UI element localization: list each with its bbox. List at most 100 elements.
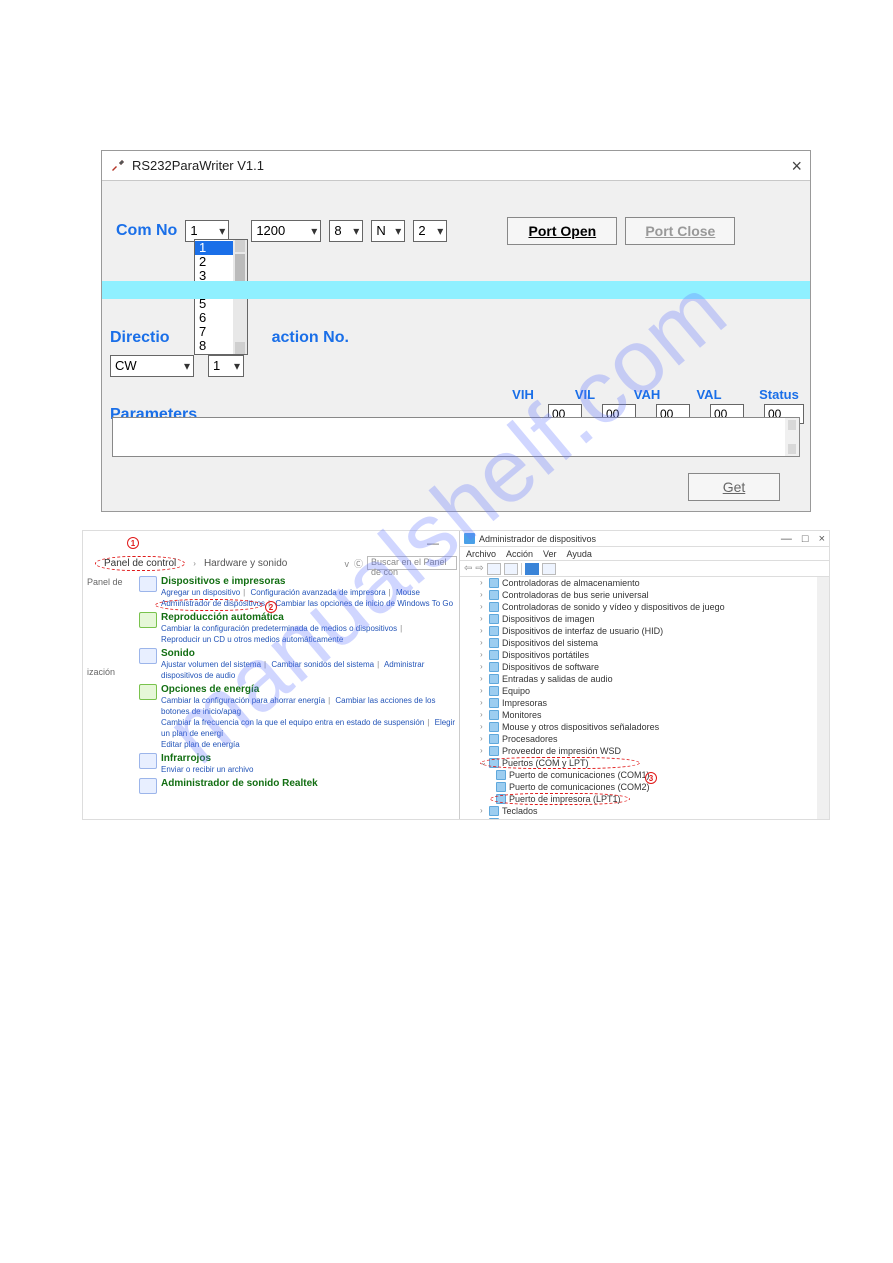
tree-node[interactable]: ›Dispositivos de software <box>460 661 829 673</box>
close-icon[interactable]: × <box>819 533 825 545</box>
tree-node[interactable]: ›Controladoras de almacenamiento <box>460 577 829 589</box>
category-link[interactable]: Mouse <box>396 588 420 597</box>
toolbar-button[interactable] <box>487 563 501 575</box>
tree-node[interactable]: ›Mouse y otros dispositivos señaladores <box>460 721 829 733</box>
port-close-button[interactable]: Port Close <box>625 217 735 245</box>
menu-item[interactable]: Ayuda <box>567 549 592 559</box>
category-title[interactable]: Dispositivos e impresoras <box>161 576 461 587</box>
annotation-oval-lpt <box>490 793 630 805</box>
databits-select[interactable]: 8 <box>329 220 363 242</box>
tree-scrollbar[interactable] <box>817 577 829 819</box>
annotation-circle-1: 1 <box>127 537 139 549</box>
autoplay-icon <box>139 612 157 628</box>
tree-node[interactable]: ›Controladoras de bus serie universal <box>460 589 829 601</box>
minimize-icon[interactable]: — <box>427 536 439 550</box>
device-manager-window: Administrador de dispositivos — □ × Arch… <box>459 531 829 819</box>
tree-node[interactable]: ›Entradas y salidas de audio <box>460 673 829 685</box>
device-manager-icon <box>464 533 475 544</box>
col-vil: VIL <box>568 387 602 402</box>
tree-node[interactable]: ›Dispositivos portátiles <box>460 649 829 661</box>
annotation-circle-2: 2 <box>265 601 277 613</box>
category-link[interactable]: Cambiar la frecuencia con la que el equi… <box>161 718 424 727</box>
category-link[interactable]: Reproducir un CD u otros medios automáti… <box>161 635 343 644</box>
menu-bar[interactable]: Archivo Acción Ver Ayuda <box>460 547 829 561</box>
tree-node-port[interactable]: Puerto de comunicaciones (COM2) <box>460 781 829 793</box>
tree-node[interactable]: ›Dispositivos de interfaz de usuario (HI… <box>460 625 829 637</box>
category-link[interactable]: Cambiar sonidos del sistema <box>271 660 374 669</box>
device-tree[interactable]: ›Controladoras de almacenamiento ›Contro… <box>460 577 829 819</box>
menu-item[interactable]: Archivo <box>466 549 496 559</box>
tree-node[interactable]: ›Dispositivos del sistema <box>460 637 829 649</box>
tree-node[interactable]: ›Teclados <box>460 805 829 817</box>
category-link[interactable]: Editar plan de energía <box>161 740 240 749</box>
textarea-scrollbar[interactable] <box>785 418 799 456</box>
category-autoplay: Reproducción automática Cambiar la confi… <box>139 612 461 645</box>
category-infrared: Infrarrojos Enviar o recibir un archivo <box>139 753 461 775</box>
category-link[interactable]: Configuración avanzada de impresora <box>250 588 385 597</box>
category-title[interactable]: Sonido <box>161 648 461 659</box>
category-title[interactable]: Administrador de sonido Realtek <box>161 778 461 789</box>
lower-screenshot: 1 — Panel de control › Hardware y sonido… <box>82 530 830 820</box>
devices-icon <box>139 576 157 592</box>
infrared-icon <box>139 753 157 769</box>
dialog-titlebar[interactable]: RS232ParaWriter V1.1 × <box>102 151 810 181</box>
sidebar-izacion-label[interactable]: ización <box>87 667 135 677</box>
direction-select[interactable]: CW <box>110 355 194 377</box>
get-button[interactable]: Get <box>688 473 780 501</box>
breadcrumb-bar[interactable]: Panel de control › Hardware y sonido <box>95 556 287 571</box>
breadcrumb-panel[interactable]: Panel de control <box>104 558 176 569</box>
menu-item[interactable]: Ver <box>543 549 557 559</box>
tree-node[interactable]: ›Controladoras de sonido y vídeo y dispo… <box>460 601 829 613</box>
toolbar-button[interactable] <box>525 563 539 575</box>
category-sound: Sonido Ajustar volumen del sistema| Camb… <box>139 648 461 681</box>
device-manager-titlebar[interactable]: Administrador de dispositivos — □ × <box>460 531 829 547</box>
toolbar[interactable]: ⇦ ⇨ <box>460 561 829 577</box>
category-title[interactable]: Opciones de energía <box>161 684 461 695</box>
sidebar-panel-label[interactable]: Panel de <box>87 577 135 587</box>
dialog-title-text: RS232ParaWriter V1.1 <box>132 151 264 181</box>
category-link[interactable]: Ajustar volumen del sistema <box>161 660 261 669</box>
close-icon[interactable]: × <box>791 151 802 181</box>
annotation-oval-panel: Panel de control <box>95 556 185 571</box>
direction-label: Directio <box>110 329 170 347</box>
rs232-dialog-window: RS232ParaWriter V1.1 × Com No 1 1200 8 N… <box>101 150 811 512</box>
parity-select[interactable]: N <box>371 220 405 242</box>
tree-node[interactable]: ›Monitores <box>460 709 829 721</box>
device-icon <box>489 590 499 600</box>
sound-icon <box>139 648 157 664</box>
tree-node[interactable]: ›Dispositivos de imagen <box>460 613 829 625</box>
parameters-textarea[interactable] <box>112 417 800 457</box>
com-port-icon <box>496 770 506 780</box>
category-title[interactable]: Reproducción automática <box>161 612 461 623</box>
stopbits-select[interactable]: 2 <box>413 220 447 242</box>
tree-node[interactable]: ›Equipo <box>460 685 829 697</box>
category-link[interactable]: Enviar o recibir un archivo <box>161 765 253 774</box>
tree-node[interactable]: ›Impresoras <box>460 697 829 709</box>
tree-node[interactable]: ›Proveedor de impresión WSD <box>460 745 829 757</box>
category-link[interactable]: Cambiar la configuración predeterminada … <box>161 624 397 633</box>
device-icon <box>489 578 499 588</box>
com-no-label: Com No <box>116 222 177 240</box>
category-title[interactable]: Infrarrojos <box>161 753 461 764</box>
category-link[interactable]: Cambiar la configuración para ahorrar en… <box>161 696 325 705</box>
control-panel-window: 1 — Panel de control › Hardware y sonido… <box>83 531 461 819</box>
device-icon <box>489 650 499 660</box>
menu-item[interactable]: Acción <box>506 549 533 559</box>
search-input[interactable]: Buscar en el Panel de con <box>367 556 457 570</box>
tree-node[interactable]: ›Unidades de disco <box>460 817 829 819</box>
baud-select[interactable]: 1200 <box>251 220 321 242</box>
category-link[interactable]: Agregar un dispositivo <box>161 588 240 597</box>
nav-back-icon[interactable]: ⇦ <box>464 563 472 574</box>
toolbar-button[interactable] <box>504 563 518 575</box>
action-no-select[interactable]: 1 <box>208 355 244 377</box>
power-icon <box>139 684 157 700</box>
device-icon <box>489 614 499 624</box>
category-link[interactable]: Cambiar las opciones de inicio de Window… <box>275 599 453 608</box>
toolbar-button[interactable] <box>542 563 556 575</box>
nav-fwd-icon[interactable]: ⇨ <box>475 563 483 574</box>
minimize-icon[interactable]: — <box>781 533 792 545</box>
breadcrumb-hw[interactable]: Hardware y sonido <box>204 558 287 569</box>
port-open-button[interactable]: Port Open <box>507 217 617 245</box>
tree-node[interactable]: ›Procesadores <box>460 733 829 745</box>
maximize-icon[interactable]: □ <box>802 533 809 545</box>
